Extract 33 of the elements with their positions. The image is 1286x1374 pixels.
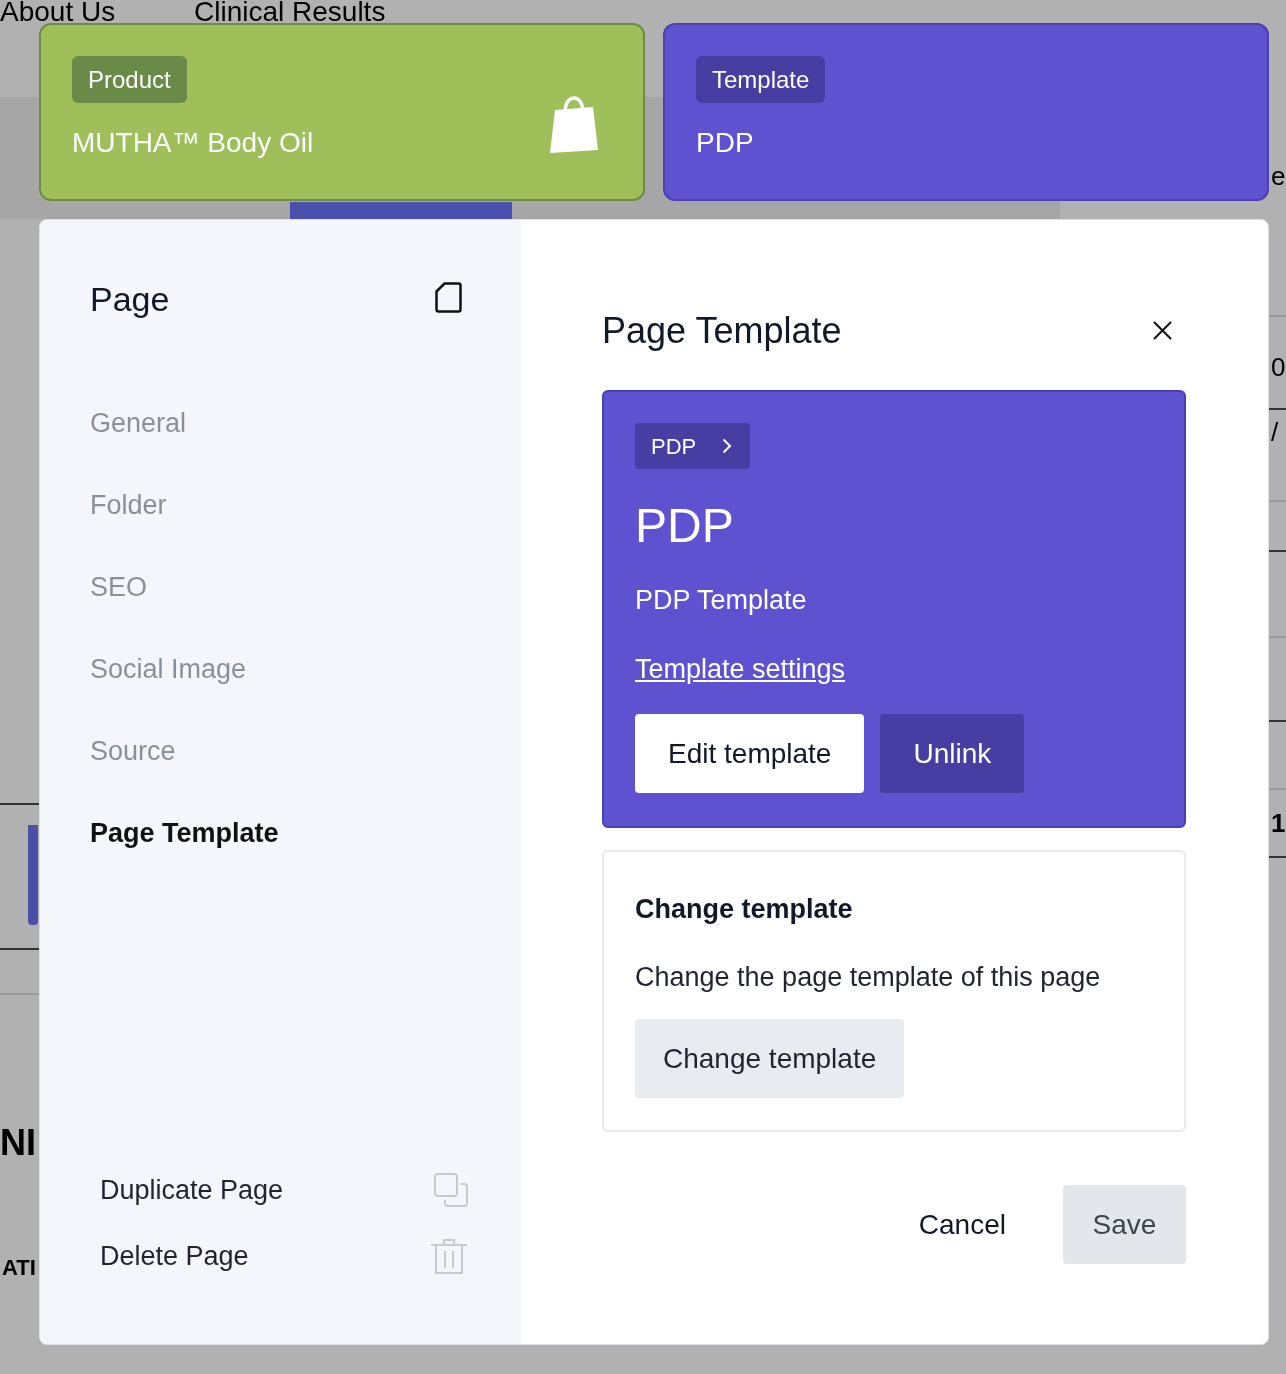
- delete-page-button[interactable]: Delete Page: [90, 1223, 468, 1289]
- template-name: PDP: [635, 498, 734, 554]
- menu-text: About Us: [0, 0, 116, 24]
- cancel-button[interactable]: Cancel: [918, 1207, 1006, 1242]
- trash-icon: [430, 1238, 468, 1274]
- breadcrumb-button[interactable]: PDP: [635, 423, 751, 469]
- chevron-right-icon: [722, 438, 733, 454]
- edit-template-button[interactable]: Edit template: [635, 714, 865, 793]
- section-description: Change the page template of this page: [635, 961, 1101, 994]
- unlink-button[interactable]: Unlink: [880, 714, 1025, 793]
- menu-text: Clinical Results: [194, 0, 386, 24]
- text-fragment: 1: [1271, 808, 1286, 838]
- dialog-title: Page Template: [602, 309, 842, 353]
- category-tag: Template: [696, 56, 826, 103]
- section-title: Change template: [635, 893, 853, 926]
- sidebar-title: Page: [90, 279, 170, 319]
- template-description: PDP Template: [635, 584, 807, 617]
- copy-icon: [434, 1173, 468, 1207]
- text-fragment: NI: [0, 1123, 36, 1163]
- page-icon: [435, 281, 462, 313]
- text-fragment: ATI: [2, 1255, 36, 1281]
- card-title: MUTHA™ Body Oil: [72, 127, 314, 159]
- text-fragment: /: [1271, 417, 1279, 447]
- template-settings-link[interactable]: Template settings: [635, 652, 846, 686]
- text-fragment: e: [1271, 161, 1286, 191]
- sidebar-item[interactable]: Page Template: [90, 792, 279, 874]
- category-tag: Product: [72, 56, 187, 103]
- card-title: PDP: [696, 127, 754, 159]
- change-template-button[interactable]: Change template: [635, 1019, 905, 1098]
- close-icon[interactable]: [1153, 320, 1172, 340]
- text-fragment: 0: [1271, 352, 1286, 382]
- duplicate-page-button[interactable]: Duplicate Page: [90, 1157, 468, 1223]
- shopping-bag-icon: [548, 95, 600, 154]
